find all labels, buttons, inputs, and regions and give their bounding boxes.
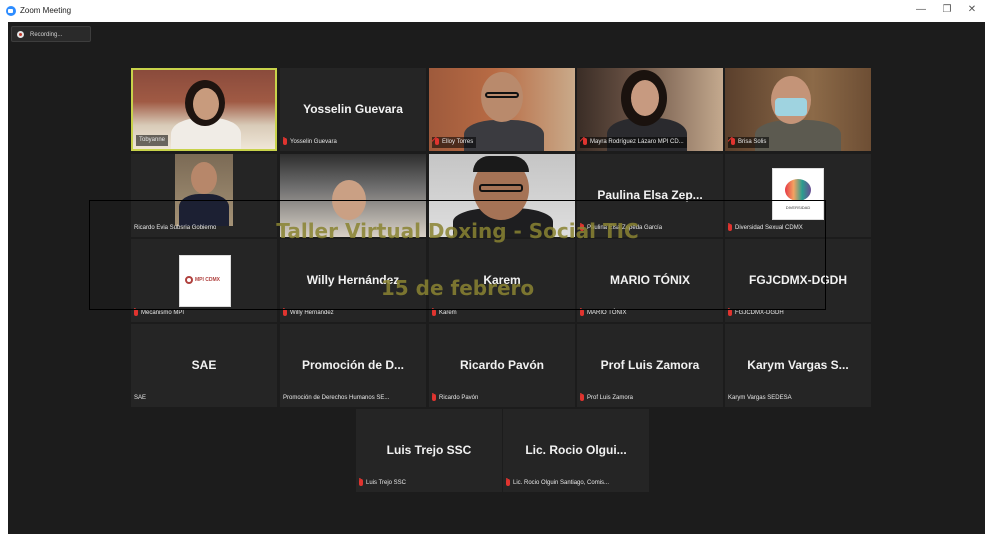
logo-text: MPI CDMX [195,277,220,283]
participant-name-label: Lic. Rocio Olguin Santiago, Comis... [506,478,609,489]
participant-display-name: Paulina Elsa Zep... [597,188,703,202]
muted-mic-icon [580,308,584,316]
muted-mic-icon [432,393,436,401]
glasses-icon [485,92,519,98]
muted-mic-icon [731,137,735,145]
muted-mic-icon [134,308,138,316]
participant-tile[interactable]: Prof Luis Zamora Prof Luis Zamora [577,324,723,407]
participant-name-label: Karym Vargas SEDESA [728,395,792,401]
diversidad-logo: DIVERSIDAD [772,168,824,220]
participant-display-name: MARIO TÓNIX [610,273,690,287]
mpi-logo: MPI CDMX [179,255,231,307]
participant-tile[interactable]: DIVERSIDAD Diversidad Sexual CDMX [725,154,871,237]
recording-label: Recording... [30,32,63,38]
participant-name-label: Yosselin Guevara [283,137,337,148]
participant-display-name: Karem [483,273,521,287]
participant-video [175,154,233,226]
participant-video-face [631,80,659,116]
participant-name-label: Paulina Elsa Zepeda García [580,223,662,234]
participant-tile[interactable]: Karem Karem [429,239,575,322]
participant-tile[interactable] [280,154,426,237]
participant-name-label: Mecanismo MPI [134,308,184,319]
participant-name-label: FGJCDMX-DGDH [728,308,784,319]
participant-name-label: Elloy Torres [432,137,477,148]
muted-mic-icon [283,308,287,316]
muted-mic-icon [359,478,363,486]
rainbow-logo-icon [785,179,811,201]
participant-display-name: Prof Luis Zamora [600,358,700,372]
window-title: Zoom Meeting [20,6,72,15]
glasses-icon [479,184,523,192]
participant-tile[interactable]: Mayra Rodríguez Lázaro MPI CD... [577,68,723,151]
participant-display-name: Willy Hernández [306,273,400,287]
participant-display-name: Ricardo Pavón [459,358,545,372]
muted-mic-icon [283,137,287,145]
participant-tile[interactable]: Luis Trejo SSC Luis Trejo SSC [356,409,502,492]
participant-name-label: Promoción de Derechos Humanos SE... [283,395,390,401]
participant-tile[interactable]: Tobyanne [131,68,277,151]
participant-tile[interactable]: Yosselin Guevara Yosselin Guevara [280,68,426,151]
muted-mic-icon [728,308,732,316]
participant-tile[interactable]: FGJCDMX-DGDH FGJCDMX-DGDH [725,239,871,322]
participant-tile[interactable]: MARIO TÓNIX MARIO TÓNIX [577,239,723,322]
muted-mic-icon [580,393,584,401]
participant-tile[interactable]: Ricardo Pavón Ricardo Pavón [429,324,575,407]
participant-display-name: Karym Vargas S... [747,358,849,372]
muted-mic-icon [580,223,584,231]
participant-name-label: Willy Hernández [283,308,334,319]
muted-mic-icon [432,308,436,316]
participant-tile[interactable]: Paulina Elsa Zep... Paulina Elsa Zepeda … [577,154,723,237]
participant-tile[interactable]: Karym Vargas S... Karym Vargas SEDESA [725,324,871,407]
participant-video-hair [473,156,529,172]
participant-tile[interactable]: Willy Hernández Willy Hernández [280,239,426,322]
restore-button[interactable]: ❐ [940,4,954,15]
participant-tile[interactable]: Ricardo Evia Subsria Gobierno [131,154,277,237]
participant-tile[interactable] [429,154,575,237]
zoom-logo-icon [6,6,16,16]
participant-name-label: Prof Luis Zamora [580,393,633,404]
participant-video-face [193,88,219,120]
mpi-logo-icon [185,276,193,284]
muted-mic-icon [583,137,587,145]
muted-mic-icon [435,137,439,145]
participant-display-name: Lic. Rocio Olgui... [525,443,627,457]
participant-name-label: Luis Trejo SSC [359,478,406,489]
participant-name-label: Mayra Rodríguez Lázaro MPI CD... [580,137,687,148]
participant-tile[interactable]: SAE SAE [131,324,277,407]
recording-indicator[interactable]: Recording... [11,26,91,42]
participant-display-name: Yosselin Guevara [303,102,403,116]
participant-name-label: Brisa Solis [728,137,770,148]
participant-video-face [332,180,366,220]
muted-mic-icon [506,478,510,486]
logo-text: DIVERSIDAD [785,205,811,210]
participant-name-label: SAE [134,395,147,401]
participant-display-name: FGJCDMX-DGDH [749,273,847,287]
participant-display-name: Luis Trejo SSC [386,443,472,457]
participant-tile[interactable]: Promoción de D... Promoción de Derechos … [280,324,426,407]
participant-tile[interactable]: Brisa Solis [725,68,871,151]
title-bar: Zoom Meeting — ❐ ✕ [0,0,985,22]
participant-name-label: Tobyanne [136,135,169,146]
participant-tile[interactable]: Elloy Torres [429,68,575,151]
minimize-button[interactable]: — [914,4,928,15]
participant-name-label: Ricardo Pavón [432,393,478,404]
participant-display-name: SAE [191,358,217,372]
participant-name-label: Karem [432,308,457,319]
muted-mic-icon [728,223,732,231]
face-mask-icon [775,98,807,116]
recording-icon [17,31,24,38]
participant-tile[interactable]: MPI CDMX Mecanismo MPI [131,239,277,322]
close-button[interactable]: ✕ [965,4,979,15]
participant-display-name: Promoción de D... [301,358,404,372]
participant-name-label: Diversidad Sexual CDMX [728,223,803,234]
participant-name-label: Ricardo Evia Subsria Gobierno [134,225,217,231]
participant-name-label: MARIO TÓNIX [580,308,627,319]
participant-tile[interactable]: Lic. Rocio Olgui... Lic. Rocio Olguin Sa… [503,409,649,492]
